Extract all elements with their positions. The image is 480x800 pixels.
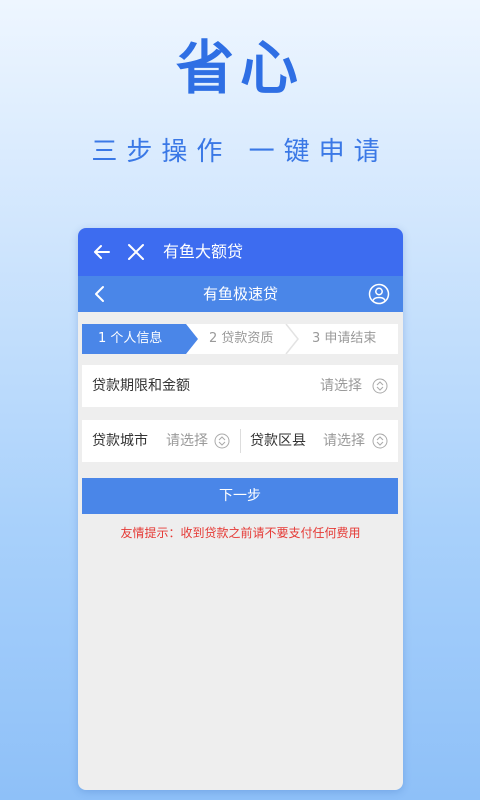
phone-screen: 有鱼大额贷 有鱼极速贷 1 个人信息 2 贷款资质 3 申请结束 贷款期限和金额…	[78, 228, 403, 790]
page-title: 有鱼极速贷	[202, 285, 278, 303]
select-arrows-icon	[214, 433, 230, 449]
step-2-label: 2 贷款资质	[209, 331, 274, 346]
app-title: 有鱼大额贷	[163, 242, 244, 261]
close-icon[interactable]	[126, 242, 146, 262]
district-label: 贷款区县	[250, 433, 306, 449]
select-arrows-icon	[372, 433, 388, 449]
app-title-bar: 有鱼大额贷	[78, 228, 403, 276]
term-amount-label: 贷款期限和金额	[92, 378, 190, 394]
location-row: 贷款城市 请选择 贷款区县 请选择	[82, 420, 398, 462]
district-select[interactable]: 请选择	[323, 432, 365, 450]
next-step-button[interactable]: 下一步	[82, 478, 398, 514]
city-select[interactable]: 请选择	[166, 432, 208, 450]
divider	[240, 429, 241, 453]
city-label: 贷款城市	[92, 433, 148, 449]
select-arrows-icon	[372, 378, 388, 394]
arrow-left-icon[interactable]	[92, 242, 112, 262]
step-1-label: 1 个人信息	[98, 331, 163, 346]
user-icon[interactable]	[368, 283, 390, 305]
step-indicator: 1 个人信息 2 贷款资质 3 申请结束	[82, 324, 398, 354]
term-amount-select[interactable]: 请选择	[320, 377, 362, 395]
page-nav-bar: 有鱼极速贷	[78, 276, 403, 312]
warning-tip: 友情提示：收到贷款之前请不要支付任何费用	[120, 526, 361, 540]
hero-title: 省心	[175, 34, 304, 102]
term-amount-row[interactable]: 贷款期限和金额 请选择	[82, 365, 398, 407]
step-3-label: 3 申请结束	[312, 331, 377, 346]
hero-subtitle: 三步操作 一键申请	[91, 137, 389, 167]
